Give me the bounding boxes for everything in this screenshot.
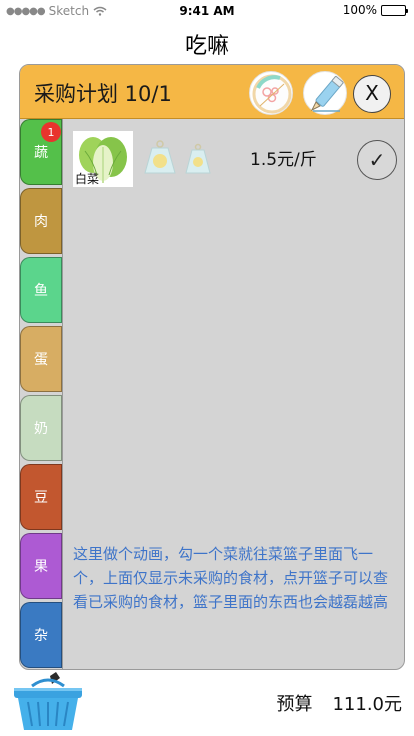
item-list: 白菜 1.5元/斤 ✓ 这里做个动画，勾一个菜就往菜篮子里面飞一个，上面仅显示未… [62,119,404,669]
tab-fish[interactable]: 鱼 [20,257,62,323]
tab-meat[interactable]: 肉 [20,188,62,254]
tab-label: 果 [34,559,48,575]
tab-label: 豆 [34,490,48,506]
tab-beans[interactable]: 豆 [20,464,62,530]
item-image: 白菜 [73,131,133,187]
edit-button[interactable] [303,71,347,115]
annotation-note: 这里做个动画，勾一个菜就往菜篮子里面飞一个，上面仅显示未采购的食材，点开篮子可以… [73,545,389,611]
checkmark-icon: ✓ [368,148,386,172]
recipe-icon [252,74,292,114]
battery-status: 100% [342,3,408,17]
tab-label: 蔬 [34,145,48,161]
tab-label: 肉 [34,214,48,230]
category-tabs: 蔬 1 肉 鱼 蛋 奶 豆 果 杂 [20,119,62,669]
tab-dairy[interactable]: 奶 [20,395,62,461]
basket-icon[interactable] [10,672,86,734]
app-title: 吃嘛 [184,34,229,59]
battery-icon [381,4,408,16]
tab-label: 蛋 [34,352,48,368]
tab-label: 杂 [34,628,48,644]
tab-label: 奶 [34,421,48,437]
tab-vegetables[interactable]: 蔬 1 [20,119,62,185]
unread-badge: 1 [41,122,61,142]
purchase-plan-card: 采购计划 10/1 X 蔬 1 肉 鱼 蛋 奶 豆 果 杂 白菜 1.5元/斤 … [19,64,405,670]
budget-info: 预算 111.0元 [276,690,402,716]
item-name: 白菜 [75,172,100,186]
tab-eggs[interactable]: 蛋 [20,326,62,392]
battery-percent: 100% [342,3,377,17]
budget-value: 111.0元 [332,694,402,715]
plan-title: 采购计划 10/1 [34,82,172,106]
check-button[interactable]: ✓ [357,140,397,180]
tab-label: 鱼 [34,283,48,299]
close-button[interactable]: X [353,75,391,113]
card-header: 采购计划 10/1 X [20,65,404,119]
recipe-button[interactable] [249,71,293,115]
budget-label: 预算 [276,694,313,715]
weight-large-icon[interactable] [141,139,179,177]
tab-fruit[interactable]: 果 [20,533,62,599]
tab-misc[interactable]: 杂 [20,602,62,668]
item-price: 1.5元/斤 [250,150,317,170]
status-bar: ●●●●● Sketch 9:41 AM 100% [0,0,414,22]
list-item[interactable]: 白菜 1.5元/斤 ✓ [63,129,404,189]
weight-small-icon[interactable] [183,143,213,175]
pencil-icon [310,76,344,112]
